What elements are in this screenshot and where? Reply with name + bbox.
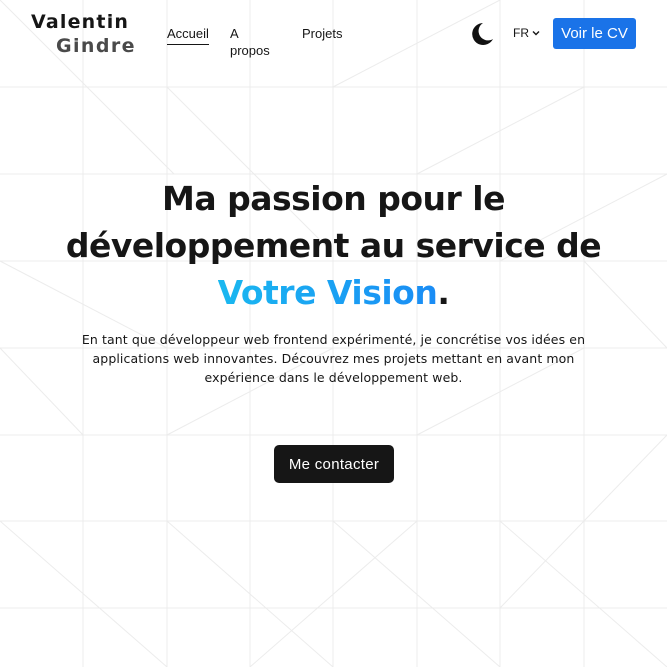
view-cv-button[interactable]: Voir le CV: [553, 18, 636, 49]
logo[interactable]: Valentin Gindre: [31, 10, 136, 58]
hero-title: Ma passion pour le développement au serv…: [0, 175, 667, 316]
site-header: Valentin Gindre Accueil A propos Projets…: [0, 0, 667, 70]
nav-link-a-propos[interactable]: A propos: [230, 25, 270, 58]
hero-title-period: .: [437, 273, 450, 312]
logo-first-name: Valentin: [31, 11, 130, 33]
language-selector[interactable]: FR: [513, 26, 540, 40]
logo-last-name: Gindre: [56, 35, 136, 57]
chevron-down-icon: [532, 31, 540, 36]
nav-link-projets[interactable]: Projets: [302, 25, 342, 45]
hero-title-line-2: développement au service de: [65, 226, 602, 265]
hero-title-line-1: Ma passion pour le: [162, 179, 505, 218]
hero-section: Ma passion pour le développement au serv…: [0, 175, 667, 387]
hero-title-line-3: Votre Vision.: [0, 269, 667, 316]
nav-link-accueil[interactable]: Accueil: [167, 25, 209, 45]
language-label: FR: [513, 26, 529, 40]
moon-icon[interactable]: [472, 22, 494, 46]
contact-button[interactable]: Me contacter: [274, 445, 394, 483]
hero-description: En tant que développeur web frontend exp…: [81, 332, 586, 385]
hero-title-highlight: Votre Vision: [217, 273, 438, 312]
